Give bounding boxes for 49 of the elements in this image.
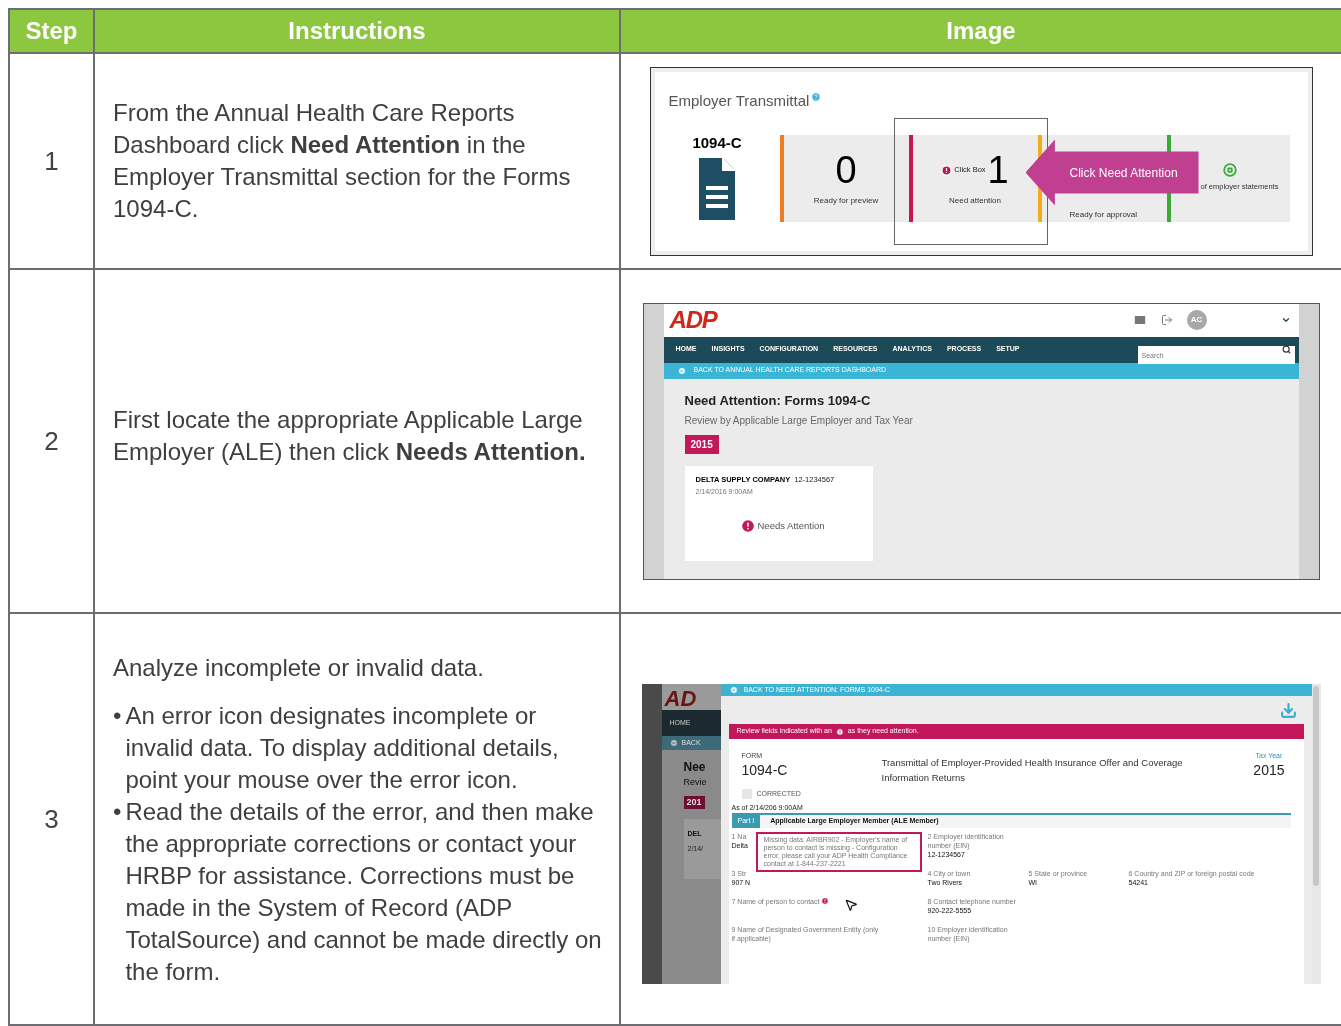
tax-year: 2015 xyxy=(1253,761,1285,778)
instruction-text: From the Annual Health Care Reports Dashboard click Need Attention in the Employer Transmittal section for the Forms 1094-C. xyxy=(113,98,572,224)
tile-label: Ready for preview xyxy=(813,195,879,207)
bullet-mark: • xyxy=(113,701,122,731)
column-header: Image xyxy=(621,10,1341,54)
page-subheading: Review by Applicable Large Employer and Tax Year xyxy=(684,414,913,428)
sign-out-icon[interactable] xyxy=(1160,314,1173,326)
scrollbar[interactable] xyxy=(1313,686,1319,886)
instruction-text: An error icon designates incomplete or invalid data. To display additional details, point your mouse over the error icon. xyxy=(125,701,560,795)
step-number: 3 xyxy=(44,802,59,836)
chevron-down-icon[interactable] xyxy=(1280,315,1291,325)
page-heading: Need Attention: Forms 1094-C xyxy=(684,391,871,410)
instruction-text: Read the details of the error, and then make the appropriate corrections or contact your HRBP for assistance. Corrections must be made in the System of Record (ADP TotalSource) and cannot be made directly on the form. xyxy=(125,797,603,987)
tile-label: Ready for approval xyxy=(1069,209,1139,220)
bullet-mark: • xyxy=(113,797,122,827)
column-header: Instructions xyxy=(95,10,621,54)
status-label: Needs Attention xyxy=(757,518,825,533)
error-icon xyxy=(835,727,844,736)
form-name: 1094-C xyxy=(692,132,742,153)
panel-title: Employer Transmittal xyxy=(668,91,810,110)
logo: ADP xyxy=(669,308,717,332)
form-title: Transmittal of Employer-Provided Health Insurance Offer and Coverage Information Returns xyxy=(881,756,1184,785)
cursor-icon xyxy=(843,897,858,912)
step-number: 1 xyxy=(44,144,59,178)
status-tile[interactable]: 0 Ready for preview xyxy=(779,134,909,222)
download-icon[interactable] xyxy=(1279,701,1297,719)
status-icon xyxy=(1222,163,1237,178)
document-icon xyxy=(697,158,737,222)
checkbox[interactable] xyxy=(741,789,752,800)
column-header: Step xyxy=(10,10,95,54)
form-number: 1094-C xyxy=(741,761,789,778)
tile-label: Need attention xyxy=(948,195,1001,207)
instruction-text: First locate the appropriate Applicable Large Employer (ALE) then click Needs Attention. xyxy=(113,405,587,467)
tile-count: 0 xyxy=(835,149,857,191)
back-icon[interactable] xyxy=(677,366,686,375)
mail-icon[interactable] xyxy=(1132,313,1147,327)
back-icon[interactable] xyxy=(729,686,738,694)
back-icon xyxy=(669,739,678,747)
search-icon[interactable] xyxy=(1281,344,1291,354)
page-heading: Nee xyxy=(683,759,706,776)
year-tab[interactable]: 2015 xyxy=(684,435,719,454)
page-subheading: Revie xyxy=(683,776,707,789)
logo: AD xyxy=(664,688,697,710)
step-number: 2 xyxy=(44,424,59,458)
error-icon xyxy=(941,164,953,176)
error-icon xyxy=(739,517,756,534)
instruction-text: Analyze incomplete or invalid data. xyxy=(113,653,485,683)
tile-count: 1 xyxy=(987,149,1009,191)
help-icon[interactable] xyxy=(811,91,822,102)
